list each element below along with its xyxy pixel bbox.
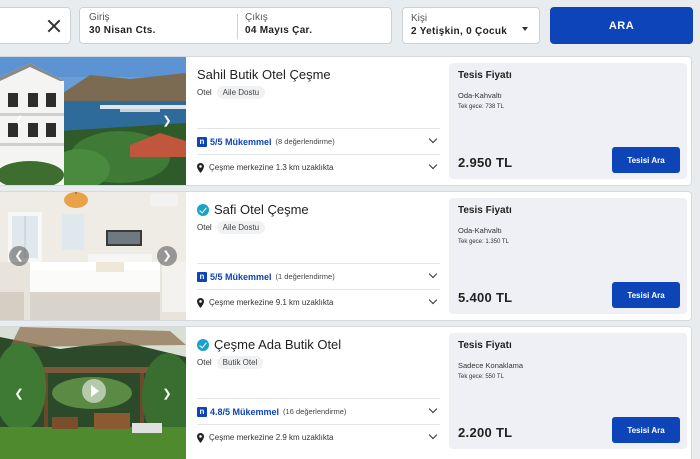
hotel-name[interactable]: Çeşme Ada Butik Otel — [197, 337, 341, 352]
hotel-name-text[interactable]: Sahil Butik Otel Çeşme — [197, 67, 331, 82]
hotel-name-text[interactable]: Çeşme Ada Butik Otel — [214, 337, 341, 352]
hotel-info: Safi Otel Çeşme Otel Aile Dostu n 5/5 Mü… — [186, 192, 442, 320]
hotel-tags: Otel Aile Dostu — [197, 86, 266, 99]
checkin-value: 30 Nisan Cts. — [89, 25, 156, 36]
map-pin-icon — [197, 162, 204, 173]
price-box: Tesis Fiyatı Sadece Konaklama Tek gece: … — [449, 333, 687, 449]
price-title: Tesis Fiyatı — [458, 340, 512, 351]
per-night-price: Tek gece: 550 TL — [458, 374, 504, 380]
review-count: (1 değerlendirme) — [275, 272, 335, 281]
chevron-down-icon[interactable] — [428, 295, 438, 305]
distance-row[interactable]: Çeşme merkezine 9.1 km uzaklıkta — [197, 289, 440, 315]
chevron-down-icon[interactable] — [428, 134, 438, 144]
board-type: Oda-Kahvaltı — [458, 226, 502, 235]
distance-text: Çeşme merkezine 2.9 km uzaklıkta — [209, 433, 334, 442]
rating-score: 5/5 Mükemmel — [210, 136, 272, 147]
chevron-down-icon — [522, 27, 528, 31]
hotel-name[interactable]: Sahil Butik Otel Çeşme — [197, 67, 331, 82]
search-hotel-button[interactable]: Tesisi Ara — [612, 147, 680, 173]
distance-row[interactable]: Çeşme merkezine 1.3 km uzaklıkta — [197, 154, 440, 180]
hotel-name[interactable]: Safi Otel Çeşme — [197, 202, 309, 217]
n-logo-icon: n — [197, 406, 207, 417]
review-count: (8 değerlendirme) — [275, 137, 335, 146]
rating-score: 5/5 Mükemmel — [210, 271, 272, 282]
guests-label: Kişi — [411, 13, 428, 24]
chevron-down-icon[interactable] — [428, 404, 438, 414]
search-hotel-button[interactable]: Tesisi Ara — [612, 417, 680, 443]
chevron-down-icon[interactable] — [428, 269, 438, 279]
gallery-prev-button[interactable]: ❮ — [9, 384, 29, 404]
total-price: 5.400 TL — [458, 290, 513, 305]
date-picker[interactable]: Giriş 30 Nisan Cts. Çıkış 04 Mayıs Çar. — [79, 7, 392, 44]
hotel-type: Otel — [197, 223, 212, 232]
board-type: Sadece Konaklama — [458, 361, 524, 370]
checkout-label: Çıkış — [245, 12, 268, 23]
hotel-photo[interactable]: ❮ ❯ — [0, 327, 186, 459]
verified-check-icon — [197, 203, 209, 216]
per-night-price: Tek gece: 1.350 TL — [458, 239, 509, 245]
close-search-button[interactable] — [0, 7, 71, 44]
checkin-label: Giriş — [89, 12, 110, 23]
map-pin-icon — [197, 297, 204, 308]
close-icon[interactable] — [47, 19, 61, 33]
guests-select[interactable]: Kişi 2 Yetişkin, 0 Çocuk — [402, 7, 540, 44]
hotel-tags: Otel Aile Dostu — [197, 221, 266, 234]
price-title: Tesis Fiyatı — [458, 70, 512, 81]
hotel-card[interactable]: ❮ ❯ Çeşme Ada Butik Otel Otel Butik Otel… — [0, 326, 692, 459]
n-logo-icon: n — [197, 136, 207, 147]
hotel-tags: Otel Butik Otel — [197, 356, 264, 369]
hotel-card[interactable]: ❮ ❯ Safi Otel Çeşme Otel Aile Dostu n 5/… — [0, 191, 692, 321]
gallery-next-button[interactable]: ❯ — [157, 384, 177, 404]
checkout-field[interactable]: Çıkış 04 Mayıs Çar. — [245, 12, 312, 36]
rating-score: 4.8/5 Mükemmel — [210, 406, 280, 417]
gallery-next-button[interactable]: ❯ — [157, 246, 177, 266]
hotel-badge: Aile Dostu — [216, 221, 266, 234]
hotel-badge: Butik Otel — [216, 356, 264, 369]
n-logo-icon: n — [197, 271, 207, 282]
hotel-name-text[interactable]: Safi Otel Çeşme — [214, 202, 309, 217]
gallery-next-button[interactable]: ❯ — [157, 111, 177, 131]
price-box: Tesis Fiyatı Oda-Kahvaltı Tek gece: 738 … — [449, 63, 687, 179]
hotel-info: Sahil Butik Otel Çeşme Otel Aile Dostu n… — [186, 57, 442, 185]
search-button[interactable]: ARA — [550, 7, 693, 44]
hotel-card[interactable]: ❮ ❯ Sahil Butik Otel Çeşme Otel Aile Dos… — [0, 56, 692, 186]
date-divider — [237, 14, 238, 39]
verified-check-icon — [197, 338, 209, 351]
hotel-photo[interactable]: ❮ ❯ — [0, 192, 186, 320]
search-bar: Giriş 30 Nisan Cts. Çıkış 04 Mayıs Çar. … — [0, 7, 700, 44]
hotel-type: Otel — [197, 88, 212, 97]
chevron-down-icon[interactable] — [428, 430, 438, 440]
rating-row[interactable]: n 4.8/5 Mükemmel (16 değerlendirme) — [197, 398, 440, 424]
price-title: Tesis Fiyatı — [458, 205, 512, 216]
play-icon[interactable] — [82, 379, 106, 403]
gallery-prev-button[interactable]: ❮ — [9, 246, 29, 266]
distance-text: Çeşme merkezine 1.3 km uzaklıkta — [209, 163, 334, 172]
rating-row[interactable]: n 5/5 Mükemmel (8 değerlendirme) — [197, 128, 440, 154]
hotel-badge: Aile Dostu — [216, 86, 266, 99]
per-night-price: Tek gece: 738 TL — [458, 104, 504, 110]
total-price: 2.200 TL — [458, 425, 513, 440]
guests-value: 2 Yetişkin, 0 Çocuk — [411, 26, 508, 37]
search-hotel-button[interactable]: Tesisi Ara — [612, 282, 680, 308]
chevron-down-icon[interactable] — [428, 160, 438, 170]
distance-row[interactable]: Çeşme merkezine 2.9 km uzaklıkta — [197, 424, 440, 450]
total-price: 2.950 TL — [458, 155, 513, 170]
hotel-photo[interactable]: ❮ ❯ — [0, 57, 186, 185]
checkout-value: 04 Mayıs Çar. — [245, 25, 313, 36]
gallery-prev-button[interactable]: ❮ — [9, 111, 29, 131]
review-count: (16 değerlendirme) — [283, 407, 347, 416]
distance-text: Çeşme merkezine 9.1 km uzaklıkta — [209, 298, 334, 307]
hotel-info: Çeşme Ada Butik Otel Otel Butik Otel n 4… — [186, 327, 442, 455]
board-type: Oda-Kahvaltı — [458, 91, 502, 100]
rating-row[interactable]: n 5/5 Mükemmel (1 değerlendirme) — [197, 263, 440, 289]
checkin-field[interactable]: Giriş 30 Nisan Cts. — [89, 12, 156, 36]
price-box: Tesis Fiyatı Oda-Kahvaltı Tek gece: 1.35… — [449, 198, 687, 314]
map-pin-icon — [197, 432, 204, 443]
hotel-type: Otel — [197, 358, 212, 367]
